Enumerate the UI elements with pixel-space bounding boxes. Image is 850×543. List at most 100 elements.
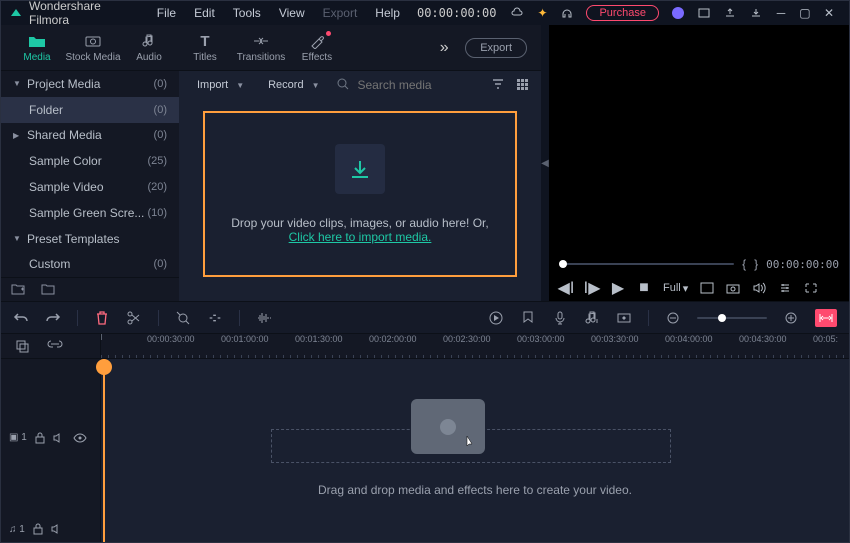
sidebar-item-sample-color[interactable]: Sample Color (25) [1,148,179,174]
folder-icon [28,32,46,50]
ratio-icon[interactable] [700,281,714,295]
redo-button[interactable] [45,310,61,326]
volume-icon[interactable] [752,281,766,295]
undo-button[interactable] [13,310,29,326]
slider-handle[interactable] [718,314,726,322]
export-button[interactable]: Export [465,38,527,58]
sidebar-item-preset-templates[interactable]: ▼Preset Templates [1,226,179,252]
zoom-out-button[interactable] [665,310,681,326]
audio-track-1-header[interactable]: ♫ 1 [1,516,100,542]
lock-icon[interactable] [33,523,43,535]
render-icon[interactable] [488,310,504,326]
crop-button[interactable] [175,310,191,326]
menu-help[interactable]: Help [366,6,409,20]
panel-splitter[interactable]: ◀ [541,25,549,301]
zoom-fit-button[interactable] [815,309,837,327]
track-content[interactable]: Drag and drop media and effects here to … [101,359,849,542]
play-button[interactable]: ▶ [611,281,625,295]
sidebar-item-folder[interactable]: Folder (0) [1,97,179,123]
timeline-zoom-slider[interactable] [697,317,767,319]
bracket-out-icon[interactable]: } [754,257,758,271]
search-input[interactable] [358,78,478,92]
mute-icon[interactable] [53,433,65,443]
step-back-button[interactable]: Ⅰ▶ [585,281,599,295]
audio-adjust-button[interactable] [256,310,272,326]
sidebar-item-shared-media[interactable]: ▶Shared Media (0) [1,123,179,149]
tab-audio[interactable]: Audio [121,25,177,71]
settings-icon[interactable] [778,281,792,295]
filter-icon[interactable] [491,77,507,93]
menu-export[interactable]: Export [314,6,367,20]
grid-view-icon[interactable] [515,77,531,93]
window-minimize-button[interactable]: ─ [769,1,793,25]
bracket-in-icon[interactable]: { [742,257,746,271]
speed-button[interactable] [207,310,223,326]
tips-icon[interactable]: ✦ [536,6,548,20]
dragged-clip-thumbnail[interactable] [411,399,485,454]
media-dropzone[interactable]: Drop your video clips, images, or audio … [203,111,517,277]
preview-zoom-dropdown[interactable]: Full▾ [663,282,688,295]
window-close-button[interactable]: ✕ [817,1,841,25]
avatar-icon[interactable] [671,6,685,20]
sidebar-item-sample-green-screen[interactable]: Sample Green Scre... (10) [1,200,179,226]
link-icon[interactable] [47,339,61,353]
window-maximize-button[interactable]: ▢ [793,1,817,25]
slider-handle[interactable] [559,260,567,268]
tab-effects[interactable]: Effects [289,25,345,71]
preview-progress-slider[interactable] [559,263,734,265]
visibility-icon[interactable] [73,433,87,443]
sidebar-item-project-media[interactable]: ▼Project Media (0) [1,71,179,97]
purchase-button[interactable]: Purchase [586,5,658,21]
preview-timecode: 00:00:00:00 [766,258,839,271]
tab-titles[interactable]: T Titles [177,25,233,71]
tab-label: Transitions [237,52,286,63]
video-track-1-header[interactable]: ▣ 1 [1,415,100,460]
sidebar-item-sample-video[interactable]: Sample Video (20) [1,174,179,200]
mute-icon[interactable] [51,524,63,534]
titlebar: Wondershare Filmora File Edit Tools View… [1,1,849,25]
menu-view[interactable]: View [270,6,314,20]
stop-button[interactable]: ■ [637,281,651,295]
app-window: Wondershare Filmora File Edit Tools View… [0,0,850,543]
menu-tools[interactable]: Tools [224,6,270,20]
snapshot-icon[interactable] [726,281,740,295]
media-panel: Media Stock Media Audio T Titles Transit… [1,25,541,301]
tab-transitions[interactable]: Transitions [233,25,289,71]
playhead[interactable] [103,359,105,542]
sidebar-item-custom[interactable]: Custom (0) [1,251,179,277]
import-dropdown[interactable]: Import▼ [189,75,252,95]
record-dropdown[interactable]: Record▼ [260,75,327,95]
prev-frame-button[interactable]: ◀Ⅰ [559,281,573,295]
marker-icon[interactable] [520,310,536,326]
import-link[interactable]: Click here to import media. [289,230,432,244]
outbox-icon[interactable] [723,6,737,20]
menu-edit[interactable]: Edit [185,6,224,20]
audio-mixer-icon[interactable] [584,310,600,326]
menu-file[interactable]: File [148,6,185,20]
voiceover-icon[interactable] [552,310,568,326]
keyframe-icon[interactable] [616,310,632,326]
tabs-expand-button[interactable]: » [429,39,459,57]
track-copy-icon[interactable] [15,339,29,353]
import-icon [335,144,385,194]
transitions-icon [252,32,270,50]
tab-stock-media[interactable]: Stock Media [65,25,121,71]
zoom-in-button[interactable] [783,310,799,326]
download-icon[interactable] [749,6,763,20]
delete-button[interactable] [94,310,110,326]
folder-icon[interactable] [41,283,55,297]
ruler-track[interactable]: 00:00:30:00 00:01:00:00 00:01:30:00 00:0… [101,334,849,358]
split-button[interactable] [126,310,142,326]
tab-label: Titles [193,52,217,63]
cloud-icon[interactable] [510,6,524,20]
message-icon[interactable] [697,6,711,20]
preview-viewer[interactable] [549,25,849,253]
headphones-icon[interactable] [560,6,574,20]
playhead-handle-icon[interactable] [96,359,112,375]
media-area: ▼Project Media (0) Folder (0) ▶Shared Me… [1,71,541,301]
lock-icon[interactable] [35,432,45,444]
tab-media[interactable]: Media [9,25,65,71]
new-folder-icon[interactable] [11,283,25,297]
expand-icon[interactable] [804,281,818,295]
app-logo-icon [9,6,23,20]
